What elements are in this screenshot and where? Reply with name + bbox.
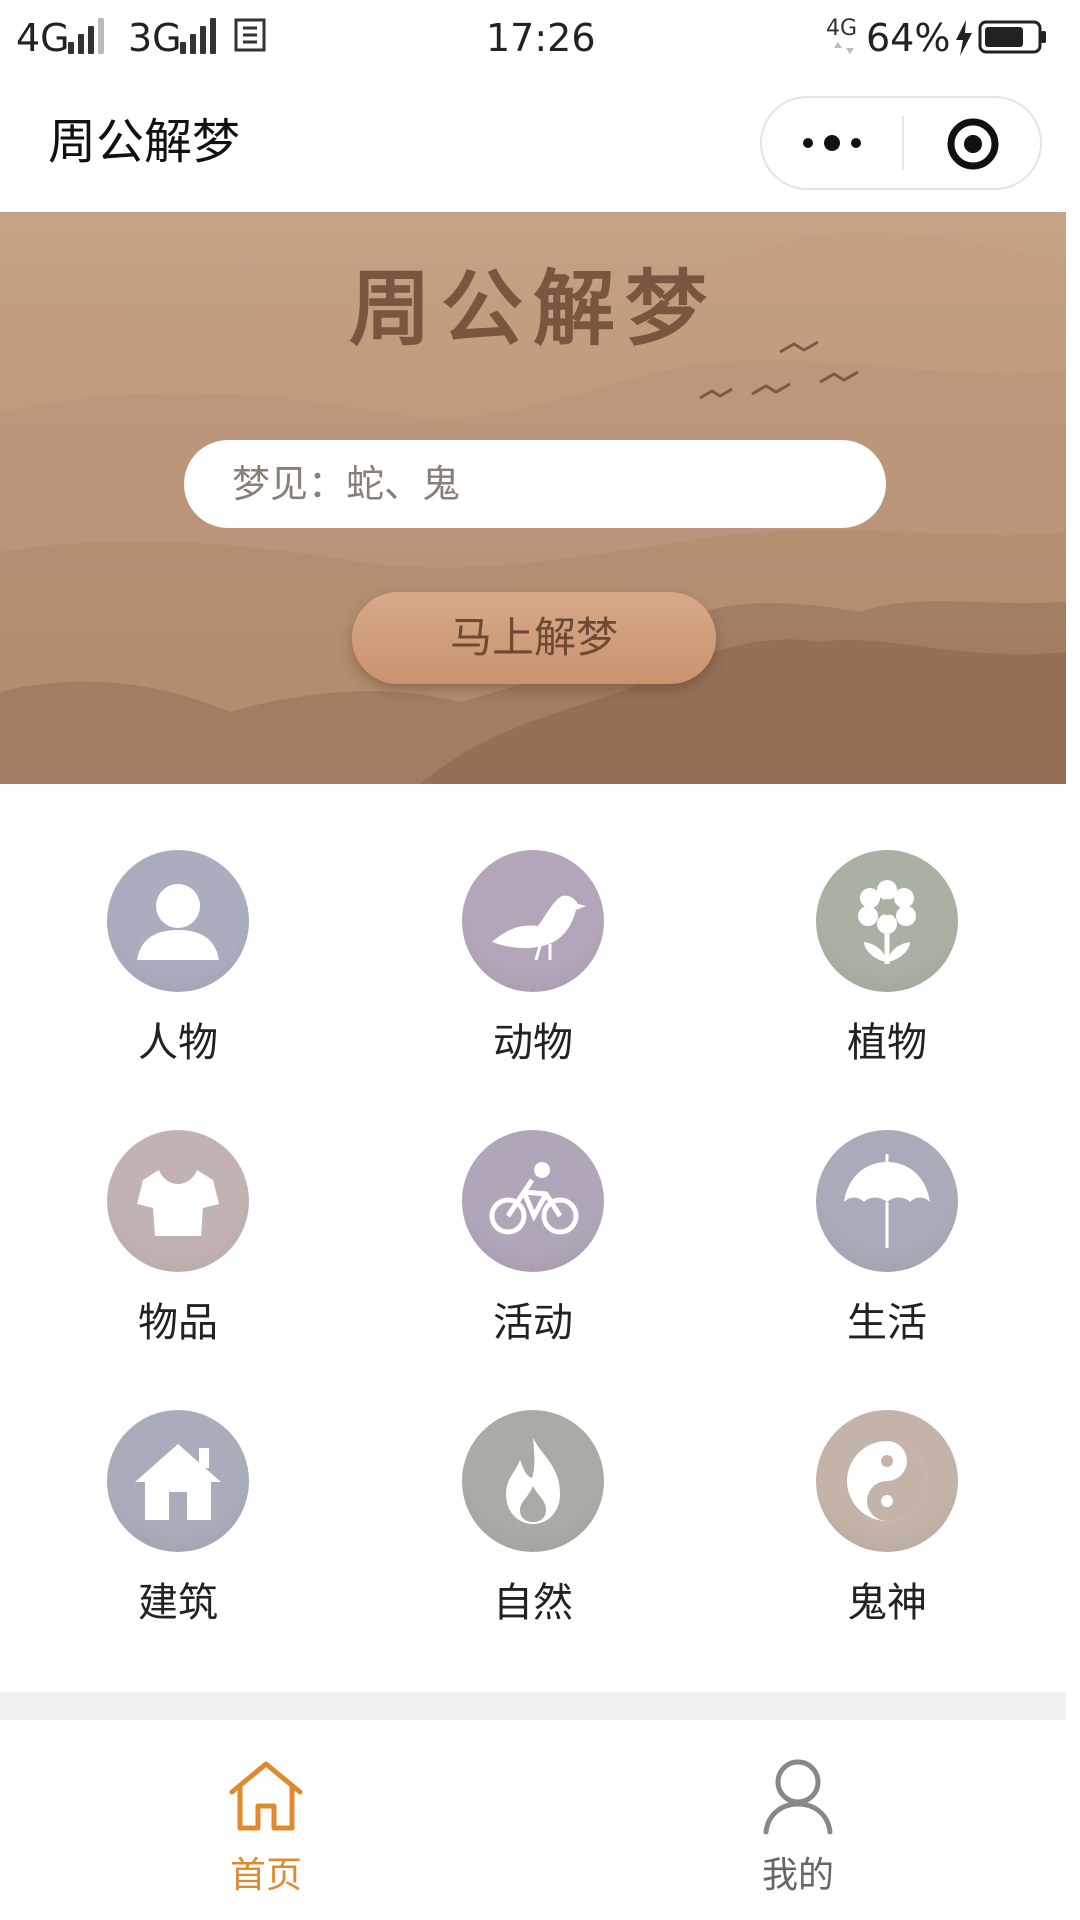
hero-banner: 周公解梦 梦见：蛇、鬼 马上解梦 xyxy=(0,212,1066,784)
network-label-4g-small: 4G xyxy=(826,16,858,41)
umbrella-icon xyxy=(844,1154,930,1248)
bird-icon xyxy=(492,895,586,961)
category-circle xyxy=(462,850,604,992)
house-icon xyxy=(135,1444,221,1520)
target-circle-icon xyxy=(947,118,999,170)
nfc-icon xyxy=(234,18,266,52)
network-label-4g: 4G xyxy=(16,16,70,60)
category-circle xyxy=(816,1130,958,1272)
tab-label-profile: 我的 xyxy=(761,1855,834,1896)
category-circle xyxy=(816,850,958,992)
interpret-dream-button[interactable]: 马上解梦 xyxy=(352,592,716,684)
battery-percent: 64% xyxy=(866,16,951,60)
interpret-dream-label: 马上解梦 xyxy=(449,613,618,662)
fire-icon xyxy=(506,1438,560,1524)
yin-yang-icon xyxy=(847,1441,927,1521)
category-plants[interactable]: 植物 xyxy=(779,850,979,1090)
category-label: 活动 xyxy=(493,1300,573,1346)
person-icon xyxy=(137,884,219,960)
search-input[interactable]: 梦见：蛇、鬼 xyxy=(184,440,886,528)
category-objects[interactable]: 物品 xyxy=(70,1130,270,1370)
category-label: 物品 xyxy=(138,1300,218,1346)
search-placeholder: 梦见：蛇、鬼 xyxy=(232,462,461,506)
flower-icon xyxy=(858,880,916,964)
bicycle-icon xyxy=(489,1162,579,1235)
category-people[interactable]: 人物 xyxy=(70,850,270,1090)
network-label-3g: 3G xyxy=(128,16,182,60)
category-circle xyxy=(107,850,249,992)
signal-icon xyxy=(68,18,116,54)
close-miniprogram-button[interactable] xyxy=(904,98,1040,188)
banner-title: 周公解梦 xyxy=(349,261,717,357)
data-arrows-icon xyxy=(834,42,854,54)
category-circle xyxy=(107,1410,249,1552)
category-buildings[interactable]: 建筑 xyxy=(70,1410,270,1650)
category-animals[interactable]: 动物 xyxy=(425,850,625,1090)
tab-profile[interactable]: 我的 xyxy=(698,1720,898,1920)
clock: 17:26 xyxy=(486,16,596,60)
tshirt-icon xyxy=(137,1170,219,1236)
category-label: 自然 xyxy=(493,1580,573,1626)
battery-icon xyxy=(978,20,1046,54)
app-title: 周公解梦 xyxy=(48,114,241,170)
charging-bolt-icon xyxy=(956,20,972,56)
navigation-bar: 周公解梦 xyxy=(0,78,1080,212)
tab-bar: 首页 我的 xyxy=(0,1720,1066,1920)
category-circle xyxy=(107,1130,249,1272)
category-label: 人物 xyxy=(138,1020,218,1066)
category-spirits[interactable]: 鬼神 xyxy=(779,1410,979,1650)
category-label: 植物 xyxy=(847,1020,927,1066)
capsule-menu xyxy=(760,96,1042,190)
category-label: 鬼神 xyxy=(847,1580,927,1626)
tab-home[interactable]: 首页 xyxy=(166,1720,366,1920)
category-label: 生活 xyxy=(847,1300,927,1346)
home-icon xyxy=(229,1761,303,1831)
more-dots-icon xyxy=(803,135,861,151)
category-label: 动物 xyxy=(493,1020,573,1066)
category-label: 建筑 xyxy=(138,1580,218,1626)
category-activities[interactable]: 活动 xyxy=(425,1130,625,1370)
user-icon xyxy=(763,1759,833,1835)
tab-label-home: 首页 xyxy=(229,1855,302,1896)
more-button[interactable] xyxy=(762,98,902,188)
status-bar: 4G 3G 17:26 4G 64% xyxy=(0,0,1080,78)
category-nature[interactable]: 自然 xyxy=(425,1410,625,1650)
category-circle xyxy=(462,1130,604,1272)
section-separator xyxy=(0,1692,1066,1720)
signal-icon xyxy=(180,18,228,54)
category-circle xyxy=(816,1410,958,1552)
category-circle xyxy=(462,1410,604,1552)
category-life[interactable]: 生活 xyxy=(779,1130,979,1370)
